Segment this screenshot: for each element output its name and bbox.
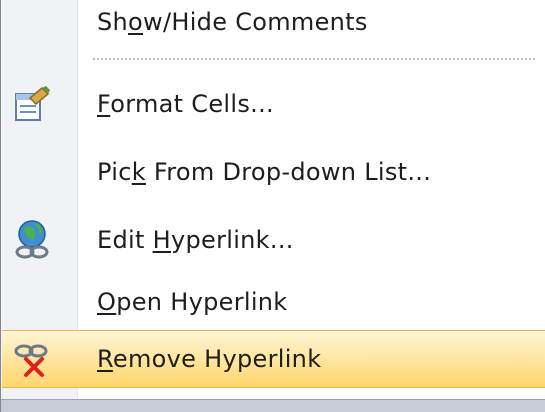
menu-item-remove-hyperlink[interactable]: Remove Hyperlink xyxy=(2,330,545,388)
menu-item-label: Edit Hyperlink... xyxy=(97,226,294,254)
menu-item-edit-hyperlink[interactable]: Edit Hyperlink... xyxy=(2,214,545,266)
format-cells-icon xyxy=(10,82,54,126)
menu-item-show-hide-comments[interactable]: Show/Hide Comments xyxy=(2,0,545,48)
context-menu: Show/Hide Comments Format Cells... Pick … xyxy=(0,0,545,412)
menu-item-label: Show/Hide Comments xyxy=(97,8,368,36)
menu-item-label: Remove Hyperlink xyxy=(97,345,322,373)
menu-separator xyxy=(93,58,535,60)
menu-item-pick-from-dropdown-list[interactable]: Pick From Drop-down List... xyxy=(2,146,545,198)
menu-item-open-hyperlink[interactable]: Open Hyperlink xyxy=(2,276,545,328)
menu-item-label: Format Cells... xyxy=(97,90,274,118)
remove-hyperlink-icon xyxy=(10,337,54,381)
edit-hyperlink-icon xyxy=(10,218,54,262)
menu-bottom-edge xyxy=(1,399,545,412)
menu-item-label: Open Hyperlink xyxy=(97,288,288,316)
menu-item-format-cells[interactable]: Format Cells... xyxy=(2,78,545,130)
menu-item-label: Pick From Drop-down List... xyxy=(97,158,432,186)
